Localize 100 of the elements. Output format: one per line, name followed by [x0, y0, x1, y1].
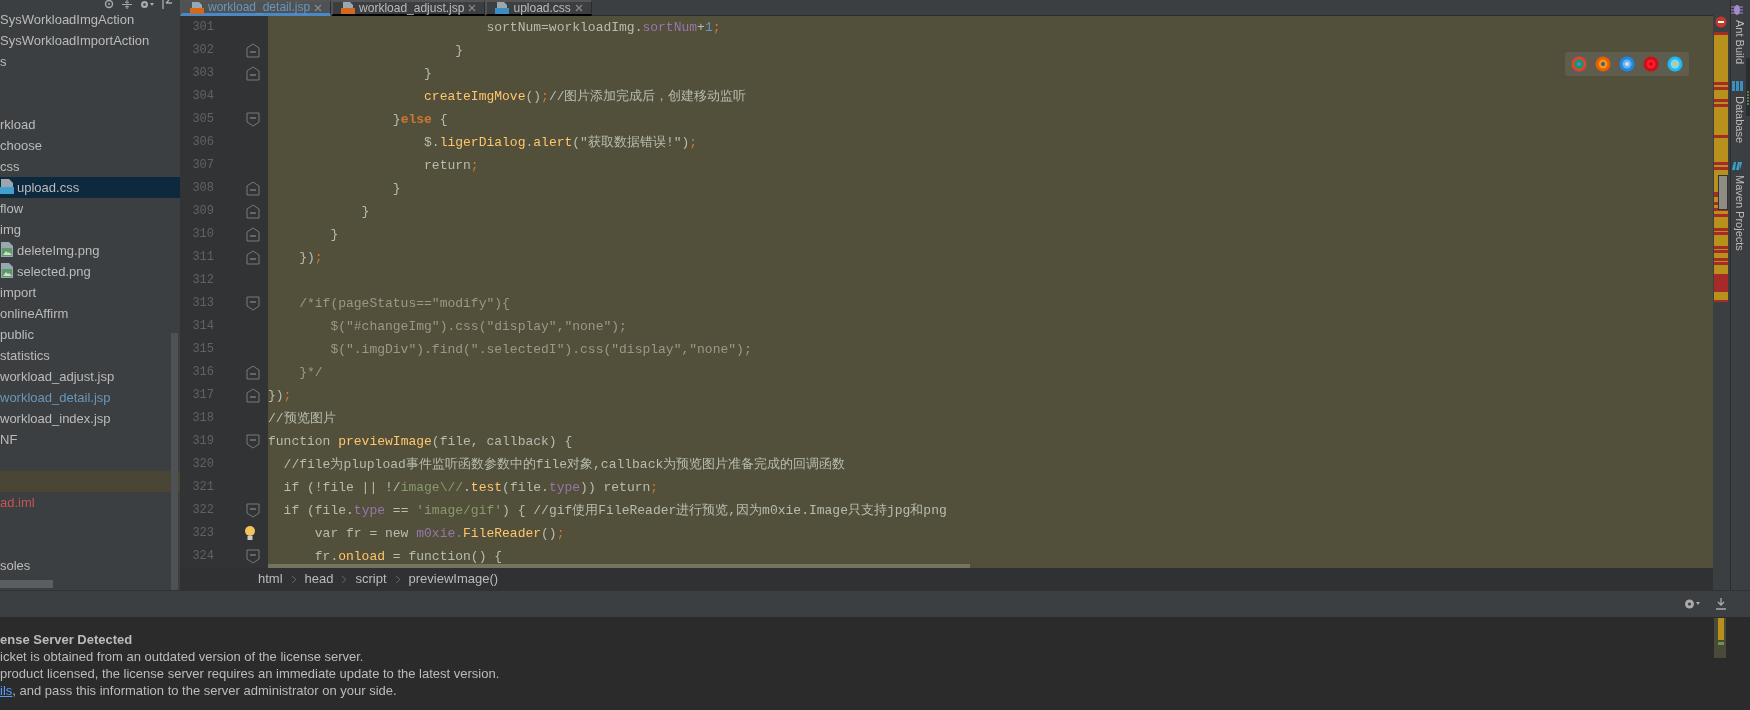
close-icon[interactable]	[314, 3, 323, 12]
marker-stripe-drawing	[1714, 618, 1726, 658]
fold-marker-icon[interactable]	[246, 388, 260, 403]
code-line: //file为plupload事件监听函数参数中的file对象,callback为预览图片准备完成的回调函数	[282, 457, 846, 472]
fold-marker-icon[interactable]	[246, 181, 260, 196]
code-line: }*/	[298, 365, 323, 380]
css-file-icon	[495, 2, 510, 14]
tree-item[interactable]: selected.png	[0, 261, 180, 282]
tree-item[interactable]: SysWorkloadImgAction	[0, 9, 180, 30]
target-icon[interactable]	[104, 0, 114, 9]
code-line: var fr = new m0xie.FileReader();	[313, 526, 565, 541]
lightbulb-icon[interactable]	[244, 525, 256, 541]
ant-icon[interactable]	[1731, 4, 1743, 16]
browser-icon[interactable]	[1619, 56, 1635, 72]
code-line: }	[360, 204, 370, 219]
browser-icon[interactable]	[1643, 56, 1659, 72]
fold-marker-icon[interactable]	[246, 227, 260, 242]
code-line: $(".imgDiv").find(".selectedI").css("display","none");	[329, 342, 752, 357]
fold-marker-icon[interactable]	[246, 365, 260, 380]
tree-item[interactable]: choose	[0, 135, 180, 156]
browser-icon[interactable]	[1595, 56, 1611, 72]
horizontal-scrollbar[interactable]	[268, 564, 970, 568]
chevron-icon	[290, 574, 297, 584]
settings-icon[interactable]	[1684, 598, 1700, 610]
code-line: });	[268, 388, 292, 403]
tree-item[interactable]: NF	[0, 429, 180, 450]
chevron-icon	[394, 574, 401, 584]
code-line: $.ligerDialog.alert("获取数据错误!");	[423, 135, 698, 150]
tree-item[interactable]: onlineAffirm	[0, 303, 180, 324]
error-indicator-icon[interactable]	[1715, 16, 1727, 28]
code-line: $("#changeImg").css("display","none");	[329, 319, 627, 334]
tree-item[interactable]: soles	[0, 555, 180, 576]
jsp-file-icon	[341, 2, 356, 14]
notification-text: ils, and pass this information to the server administrator on your side.	[0, 682, 398, 699]
image-file-icon	[0, 263, 14, 278]
tree-item[interactable]: import	[0, 282, 180, 303]
notification-text: product licensed, the license server requires an immediate update to the latest version.	[0, 665, 500, 682]
database-icon[interactable]	[1731, 80, 1743, 93]
notification-text: icket is obtained from an outdated version of the license server.	[0, 648, 365, 665]
horizontal-scrollbar[interactable]	[0, 580, 53, 588]
code-line: fr.onload = function() {	[313, 549, 503, 564]
tree-item[interactable]: workload_detail.jsp	[0, 387, 180, 408]
tree-item[interactable]: public	[0, 324, 180, 345]
browser-icon[interactable]	[1667, 56, 1683, 72]
tree-item[interactable]: flow	[0, 198, 180, 219]
breadcrumb-item[interactable]: html	[258, 569, 283, 589]
hide-icon[interactable]	[162, 0, 172, 9]
code-line: if (!file || !/image\//.test(file.type)) return;	[282, 480, 659, 495]
fold-marker-icon[interactable]	[246, 250, 260, 265]
fold-marker-icon[interactable]	[246, 434, 260, 449]
code-line: }	[329, 227, 339, 242]
tool-window-tab[interactable]: Database	[1731, 96, 1748, 144]
chevron-icon	[341, 574, 348, 584]
notification-title: ense Server Detected	[0, 631, 134, 648]
code-line: /*if(pageStatus=="modify"){	[298, 296, 510, 311]
tree-item[interactable]: statistics	[0, 345, 180, 366]
fold-marker-icon[interactable]	[246, 112, 260, 127]
fold-marker-icon[interactable]	[246, 296, 260, 311]
collapse-icon[interactable]	[122, 0, 132, 9]
tool-window-tab[interactable]: Ant Build	[1731, 20, 1748, 65]
code-line: });	[298, 250, 323, 265]
maven-icon[interactable]	[1731, 159, 1743, 172]
breadcrumb-item[interactable]: head	[304, 569, 334, 589]
code-line: }	[423, 66, 432, 81]
code-line: //预览图片	[268, 411, 336, 426]
code-line: function previewImage(file, callback) {	[268, 434, 573, 449]
browser-icon[interactable]	[1571, 56, 1587, 72]
tree-item[interactable]: rkload	[0, 114, 180, 135]
tree-item[interactable]: SysWorkloadImportAction	[0, 30, 180, 51]
tool-window-tab[interactable]: Maven Projects	[1731, 175, 1748, 251]
image-file-icon	[0, 242, 14, 257]
breadcrumb-item[interactable]: script	[355, 569, 387, 589]
code-line: }else {	[391, 112, 448, 127]
code-line: createImgMove();//图片添加完成后，创建移动监听	[423, 89, 747, 104]
tree-item[interactable]: upload.css	[0, 177, 180, 198]
tree-item[interactable]: workload_index.jsp	[0, 408, 180, 429]
code-line: }	[454, 43, 464, 58]
breadcrumb-item[interactable]: previewImage()	[408, 569, 499, 589]
fold-marker-icon[interactable]	[246, 503, 260, 518]
vertical-scrollbar[interactable]	[171, 333, 178, 590]
tree-item[interactable]: deleteImg.png	[0, 240, 180, 261]
fold-marker-icon[interactable]	[246, 204, 260, 219]
code-line: }	[391, 181, 401, 196]
code-line: sortNum=workloadImg.sortNum+1;	[485, 20, 721, 35]
code-line: if (file.type == 'image/gif') { //gif使用FileReader进行预览,因为m0xie.Image只支持jpg和png	[282, 503, 947, 518]
fold-marker-icon[interactable]	[246, 549, 260, 564]
settings-icon[interactable]	[140, 0, 154, 9]
tree-item[interactable]: workload_adjust.jsp	[0, 366, 180, 387]
close-icon[interactable]	[574, 4, 583, 12]
close-icon[interactable]	[468, 4, 477, 12]
css-file-icon	[0, 179, 14, 194]
tree-item[interactable]: css	[0, 156, 180, 177]
code-line: return;	[423, 158, 479, 173]
scrollbar-thumb[interactable]	[1718, 175, 1728, 210]
fold-marker-icon[interactable]	[246, 43, 260, 58]
fold-marker-icon[interactable]	[246, 66, 260, 81]
tree-item[interactable]: s	[0, 51, 180, 72]
tree-item[interactable]: img	[0, 219, 180, 240]
jsp-file-icon	[190, 1, 204, 14]
hide-icon[interactable]	[1716, 598, 1726, 610]
